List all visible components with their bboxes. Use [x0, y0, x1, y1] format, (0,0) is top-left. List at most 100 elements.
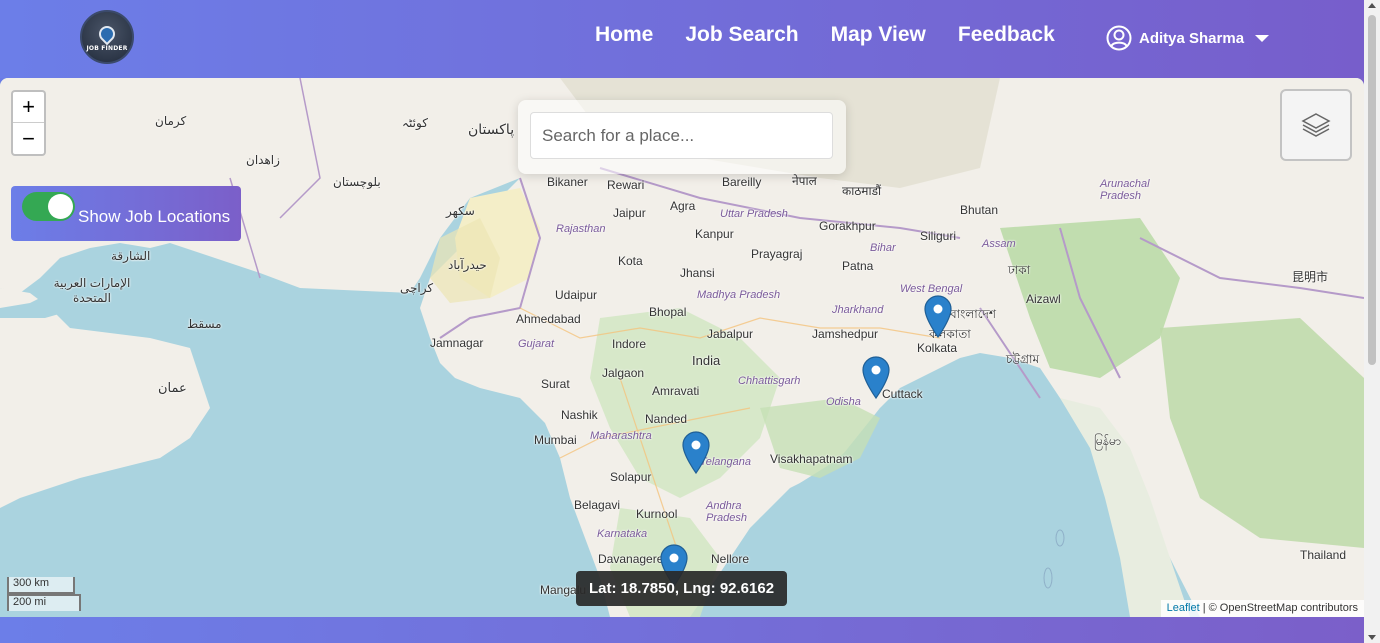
place-label: Thailand [1300, 548, 1347, 562]
job-location-marker[interactable] [682, 431, 710, 474]
scale-km: 300 km [7, 577, 75, 594]
place-label: Bihar [870, 242, 896, 254]
place-label: Surat [541, 377, 570, 391]
place-label: ঢাকা [1008, 263, 1031, 277]
logo-text: JOB FINDER [86, 45, 128, 52]
place-label: الإمارات العربية المتحدة [53, 276, 131, 305]
place-label: Gujarat [518, 338, 555, 350]
scroll-down-icon[interactable] [1368, 635, 1376, 640]
place-label: Rajasthan [556, 223, 606, 235]
place-label: کرمان [155, 114, 187, 128]
job-finder-logo[interactable]: JOB FINDER [80, 10, 134, 64]
place-label: Kurnool [636, 507, 678, 521]
place-label: Andhra Pradesh [706, 500, 747, 524]
place-search-input[interactable] [530, 112, 833, 159]
job-location-marker[interactable] [862, 356, 890, 399]
job-location-marker[interactable] [924, 295, 952, 338]
footer-strip [0, 617, 1364, 643]
place-label: Udaipur [555, 288, 598, 302]
zoom-in-button[interactable]: + [13, 92, 44, 123]
place-label: Bareilly [722, 175, 762, 189]
place-label: Odisha [826, 396, 861, 408]
place-label: Gorakhpur [819, 219, 876, 233]
place-label: Davanagere [598, 552, 664, 566]
place-search-panel [518, 100, 846, 174]
place-label: Chhattisgarh [738, 375, 801, 387]
user-menu[interactable]: Aditya Sharma [1106, 25, 1270, 51]
zoom-control: + − [11, 90, 46, 156]
place-label: বাংলাদেশ [950, 307, 996, 321]
place-label: Jamnagar [430, 336, 484, 350]
nav-map-view[interactable]: Map View [831, 22, 926, 48]
place-label: Bhopal [649, 305, 687, 319]
nav-job-search[interactable]: Job Search [685, 22, 798, 48]
chevron-down-icon [1255, 34, 1270, 42]
place-label: سکھر [446, 204, 475, 218]
place-label: بلوچستان [333, 175, 381, 189]
place-label: Jharkhand [832, 304, 884, 316]
main-nav: Home Job Search Map View Feedback [595, 22, 1087, 48]
place-label: کوئٹہ [402, 116, 428, 130]
place-label: Aizawl [1026, 292, 1061, 306]
place-label: Prayagraj [751, 247, 803, 261]
show-job-locations-toggle[interactable] [22, 192, 75, 221]
scroll-up-icon[interactable] [1368, 3, 1376, 8]
toggle-label: Show Job Locations [78, 206, 231, 226]
map-attribution: Leaflet | © OpenStreetMap contributors [1160, 600, 1364, 617]
layers-icon [1301, 113, 1331, 137]
user-avatar-icon [1106, 25, 1132, 51]
place-label: नेपाल [792, 174, 817, 188]
leaflet-link[interactable]: Leaflet [1167, 602, 1200, 614]
layers-button[interactable] [1280, 89, 1352, 161]
place-label: زاهدان [246, 153, 280, 167]
place-label: 昆明市 [1292, 270, 1329, 284]
place-label: မြန်မာ [1094, 434, 1121, 448]
place-label: West Bengal [900, 283, 963, 295]
place-label: Rewari [607, 178, 645, 192]
place-label: Bhutan [960, 203, 999, 217]
place-label: Jhansi [680, 266, 715, 280]
place-label: Nellore [711, 552, 750, 566]
place-label: काठमाडौं [842, 184, 882, 198]
place-label: Jaipur [613, 206, 646, 220]
place-label: চট্টগ্রাম [1006, 352, 1040, 366]
page-scrollbar[interactable] [1364, 0, 1380, 643]
nav-home[interactable]: Home [595, 22, 653, 48]
map-container[interactable]: Bikaner Rewari Bareilly नेपाल काठमाडौं J… [0, 78, 1364, 617]
place-label: Belagavi [574, 498, 621, 512]
place-label: Nashik [561, 408, 598, 422]
map-pin-icon [95, 22, 119, 46]
place-label: پاکستان [468, 121, 515, 137]
attribution-text: | © OpenStreetMap contributors [1199, 602, 1358, 614]
place-label: Ahmedabad [516, 312, 581, 326]
place-label: Agra [670, 199, 696, 213]
place-label: Indore [612, 337, 647, 351]
place-label: Patna [842, 259, 874, 273]
scale-mi: 200 mi [7, 594, 81, 611]
map-scale: 300 km 200 mi [7, 577, 81, 611]
place-label: Assam [982, 238, 1016, 250]
job-locations-toggle-panel: Show Job Locations [11, 186, 241, 241]
toggle-knob [48, 194, 73, 219]
user-name: Aditya Sharma [1139, 29, 1245, 47]
place-label: Bikaner [547, 175, 588, 189]
place-label: Maharashtra [590, 430, 652, 442]
place-label: عمان [158, 380, 187, 395]
nav-feedback[interactable]: Feedback [958, 22, 1055, 48]
place-label: India [692, 353, 721, 368]
place-label: Jamshedpur [812, 327, 879, 341]
place-label: الشارقة [111, 249, 151, 263]
top-navbar: JOB FINDER Home Job Search Map View Feed… [0, 0, 1364, 78]
place-label: Uttar Pradesh [720, 208, 788, 220]
place-label: Visakhapatnam [770, 452, 853, 466]
place-label: Siliguri [920, 229, 957, 243]
place-label: کراچی [400, 281, 434, 295]
scrollbar-thumb[interactable] [1368, 15, 1376, 365]
place-label: Kota [618, 254, 643, 268]
zoom-out-button[interactable]: − [13, 123, 44, 154]
place-label: Arunachal Pradesh [1100, 178, 1150, 202]
place-label: Mumbai [534, 433, 577, 447]
place-label: حیدرآباد [448, 258, 487, 272]
place-label: Madhya Pradesh [697, 289, 781, 301]
place-label: Nanded [645, 412, 688, 426]
